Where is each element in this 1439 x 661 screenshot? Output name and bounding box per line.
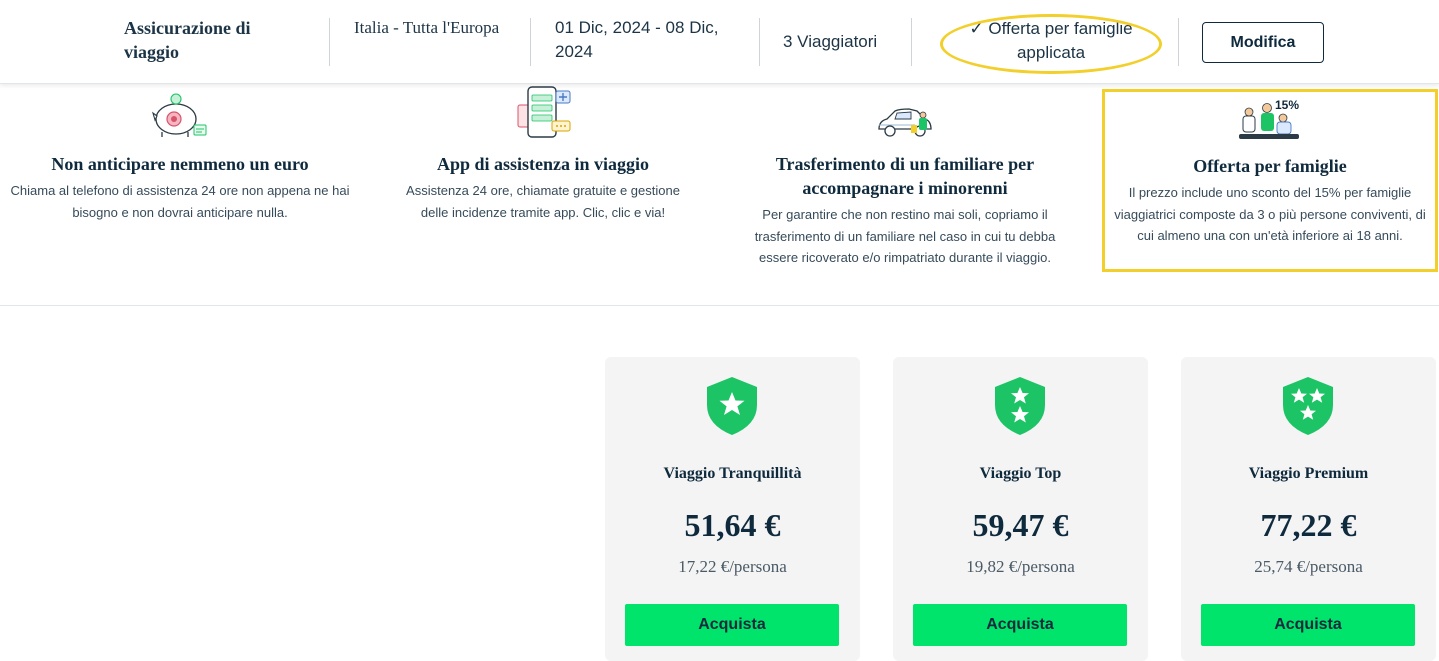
plan-name: Viaggio Top: [979, 465, 1062, 482]
benefit-text: Il prezzo include uno sconto del 15% per…: [1114, 185, 1426, 243]
benefit-title: Trasferimento di un familiare per accomp…: [775, 154, 1035, 198]
buy-button[interactable]: Acquista: [913, 604, 1127, 646]
plan-card-top: Viaggio Top 59,47 € 19,82 €/persona Acqu…: [893, 357, 1148, 661]
benefit-title: App di assistenza in viaggio: [436, 154, 650, 174]
benefit-no-upfront-payment: Non anticipare nemmeno un euro Chiama al…: [10, 88, 350, 223]
shield-one-star-icon: [705, 375, 759, 442]
plan-card-tranquillita: Viaggio Tranquillità 51,64 € 17,22 €/per…: [605, 357, 860, 661]
plan-name: Viaggio Premium: [1248, 465, 1369, 482]
plan-price: 77,22 €: [1260, 507, 1357, 543]
divider: [329, 18, 330, 66]
travellers-count: 3 Viaggiatori: [783, 32, 878, 51]
plan-card-premium: Viaggio Premium 77,22 € 25,74 €/persona …: [1181, 357, 1436, 661]
benefit-family-transfer: Trasferimento di un familiare per accomp…: [745, 88, 1065, 269]
trip-dates-text: 01 Dic, 2024 - 08 Dic, 2024: [555, 18, 719, 61]
plan-price: 51,64 €: [684, 507, 781, 543]
benefit-title: Non anticipare nemmeno un euro: [51, 154, 309, 174]
plan-price-per-person: 25,74 €/persona: [1254, 557, 1363, 576]
family-discount-icon: 15%: [1237, 96, 1303, 142]
trip-summary-bar: Assicurazione di viaggio Italia - Tutta …: [0, 0, 1439, 84]
plan-price-per-person: 19,82 €/persona: [966, 557, 1075, 576]
divider: [530, 18, 531, 66]
benefit-title: Offerta per famiglie: [1193, 156, 1347, 176]
product-title: Assicurazione di viaggio: [124, 18, 251, 62]
piggy-bank-icon: [150, 89, 210, 146]
phone-app-icon: [512, 83, 574, 146]
benefit-text: Chiama al telefono di assistenza 24 ore …: [10, 183, 350, 220]
shield-three-stars-icon: [1281, 375, 1335, 442]
plan-name: Viaggio Tranquillità: [663, 465, 802, 482]
divider: [1178, 18, 1179, 66]
shield-two-stars-icon: [993, 375, 1047, 442]
buy-button[interactable]: Acquista: [625, 604, 839, 646]
discount-badge: 15%: [1275, 98, 1300, 112]
edit-trip-button[interactable]: Modifica: [1202, 22, 1324, 63]
benefit-family-offer: 15% Offerta per famiglie Il prezzo inclu…: [1102, 89, 1438, 272]
section-divider: [0, 305, 1439, 306]
benefit-text: Per garantire che non restino mai soli, …: [754, 207, 1056, 265]
divider: [759, 18, 760, 66]
plan-price-per-person: 17,22 €/persona: [678, 557, 787, 576]
family-offer-status: ✓ Offerta per famiglie applicata: [969, 19, 1133, 62]
benefit-text: Assistenza 24 ore, chiamate gratuite e g…: [406, 183, 680, 220]
destination-text: Italia - Tutta l'Europa: [354, 18, 500, 37]
buy-button[interactable]: Acquista: [1201, 604, 1415, 646]
car-family-icon: [875, 101, 935, 146]
plan-price: 59,47 €: [972, 507, 1069, 543]
benefit-assistance-app: App di assistenza in viaggio Assistenza …: [395, 86, 691, 223]
divider: [911, 18, 912, 66]
